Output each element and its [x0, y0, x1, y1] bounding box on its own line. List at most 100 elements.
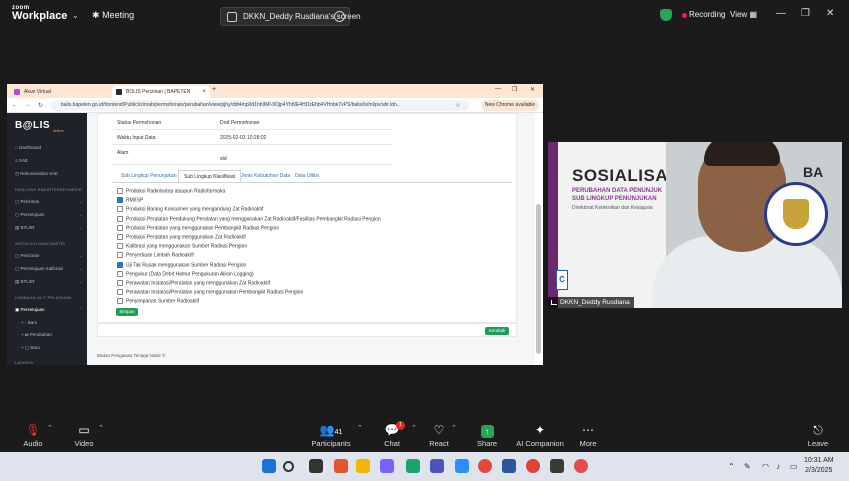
screen-share-indicator[interactable]: DKKN_Deddy Rusdiana's screen ···	[220, 7, 361, 26]
checkbox[interactable]	[117, 298, 123, 305]
task-view-icon[interactable]	[309, 459, 323, 473]
checkbox[interactable]	[117, 206, 123, 213]
wifi-icon[interactable]: ◠	[762, 462, 769, 471]
checkbox[interactable]	[117, 243, 123, 250]
reload-icon[interactable]: ↻	[38, 102, 43, 109]
checkbox-item[interactable]: Produksi Radioisotop ataupun Radiofarmak…	[117, 188, 225, 194]
checkbox[interactable]	[117, 215, 123, 222]
sidebar-subitem-perubahan[interactable]: + ⇄ Perubahan	[21, 332, 52, 338]
back-button[interactable]: Kembali	[485, 327, 509, 335]
sidebar-item-persetujuan-1[interactable]: ▢ Persetujuan	[15, 212, 45, 218]
form-card: Status Permohonan Draf Permohonan Waktu …	[97, 113, 517, 323]
react-caret-icon[interactable]: ⌃	[451, 424, 457, 432]
forward-icon[interactable]: →	[25, 102, 31, 108]
sidebar-item-persetujuan-2[interactable]: ▢ Persetujuan Kalibrasi	[15, 266, 63, 272]
app-icon-3[interactable]	[406, 459, 420, 473]
tab-jenis-kebutuhan-data[interactable]: Jenis Kebutuhan Data	[236, 170, 295, 182]
sidebar-subitem-baru-2[interactable]: + ▢ Baru	[21, 345, 40, 351]
checkbox[interactable]	[117, 224, 123, 231]
app-icon-2[interactable]	[380, 459, 394, 473]
checkbox-item[interactable]: Kalibrasi yang menggunakan Sumber Radias…	[117, 243, 247, 250]
new-tab-icon[interactable]: +	[212, 86, 216, 93]
meeting-menu[interactable]: ✱ Meeting	[92, 10, 134, 21]
checkbox-item[interactable]: Produksi Barang Konsumen yang mengandung…	[117, 206, 263, 213]
more-button[interactable]: ⋯ More	[558, 421, 618, 451]
tab-sub-lingkup-klasifikasi[interactable]: Sub Lingkup Klasifikasi	[178, 170, 242, 182]
browser-minimize-icon[interactable]: —	[495, 86, 501, 92]
file-explorer-icon[interactable]	[356, 459, 370, 473]
participant-video-tile[interactable]: SOSIALISASI PERUBAHAN DATA PENUNJUK SUB …	[548, 142, 842, 308]
sidebar-item-sae[interactable]: ≡ SAE	[15, 158, 28, 163]
video-caret-icon[interactable]: ⌃	[98, 424, 104, 432]
tab-close-icon[interactable]: ×	[202, 86, 206, 98]
browser-close-icon[interactable]: ✕	[530, 86, 535, 93]
checkbox-item[interactable]: Penyediaan Limbah Radioaktif	[117, 252, 194, 259]
checkbox[interactable]	[117, 270, 123, 277]
checkbox-item[interactable]: Perawatan Instalasi/Peralatan yang mengg…	[117, 289, 303, 296]
zoom-app-icon[interactable]	[455, 459, 469, 473]
sidebar-item-dashboard[interactable]: ⌂ Dashboard	[15, 145, 41, 150]
checkbox-item[interactable]: Produksi Peralatan Pendukung Peralatan y…	[117, 215, 381, 222]
app-icon-1[interactable]	[334, 459, 348, 473]
scrollbar[interactable]	[536, 204, 541, 354]
checkbox-item[interactable]: Uji Tak Rusak menggunakan Sumber Radiasi…	[117, 261, 246, 268]
share-button[interactable]: ↑ Share	[457, 421, 517, 451]
leave-icon: ⎋	[813, 423, 823, 437]
chevron-down-icon[interactable]: ⌄	[72, 11, 79, 20]
recording-label[interactable]: Recording	[689, 10, 725, 19]
browser-maximize-icon[interactable]: ❐	[512, 86, 517, 93]
app-icon-6[interactable]	[574, 459, 588, 473]
minimize-icon[interactable]: —	[776, 8, 786, 19]
save-button[interactable]: Simpan	[116, 308, 138, 316]
app-icon-5[interactable]	[550, 459, 564, 473]
view-menu[interactable]: View ▦	[730, 10, 757, 19]
sidebar-subitem-baru[interactable]: + ◦ Baru	[21, 320, 37, 325]
sidebar-item-perizinan-1[interactable]: ▢ Perizinan	[15, 199, 39, 205]
chrome-icon[interactable]	[526, 459, 540, 473]
tab-sub-lingkup-penunjukan[interactable]: Sub Lingkup Penunjukan	[116, 170, 182, 182]
shield-icon[interactable]	[660, 9, 672, 21]
pen-icon[interactable]: ✎	[744, 462, 751, 471]
volume-icon[interactable]: ♪	[776, 462, 780, 471]
checkbox-item[interactable]: Pengukur (Data Debit Hamur Pengukuran Al…	[117, 270, 254, 277]
checkbox-item[interactable]: Produksi Peralatan yang menggunakan Zat …	[117, 234, 246, 240]
checkbox-item[interactable]: Perawatan Instalasi/Peralatan yang mengg…	[117, 280, 270, 286]
maximize-icon[interactable]: ❐	[801, 8, 810, 19]
star-icon[interactable]: ☆	[455, 102, 460, 109]
app-icon-4[interactable]	[430, 459, 444, 473]
checkbox[interactable]	[117, 234, 123, 240]
checkbox-checked[interactable]	[117, 261, 123, 268]
checkbox[interactable]	[117, 188, 123, 194]
sidebar-item-perizinan-2[interactable]: ▢ Perizinan	[15, 253, 39, 259]
browser-tab-bolis[interactable]: BOLIS Perizinan | BAPETEN ×	[112, 86, 210, 98]
leave-button[interactable]: ⎋ Leave	[796, 421, 840, 451]
participants-button[interactable]: 👥41 Participants	[301, 421, 361, 451]
close-icon[interactable]: ✕	[826, 8, 834, 19]
word-icon[interactable]	[502, 459, 516, 473]
checkbox-checked[interactable]	[117, 197, 123, 204]
back-icon[interactable]: ←	[12, 102, 18, 108]
more-icon[interactable]: ···	[334, 11, 345, 22]
checkbox-item[interactable]: RM/ISP	[117, 197, 143, 204]
video-button[interactable]: ▭ Video	[54, 421, 114, 451]
checkbox-item[interactable]: Produksi Peralatan yang menggunakan Pemb…	[117, 224, 279, 231]
sidebar-item-btl-1[interactable]: ▤ BTL/IR	[15, 225, 35, 231]
start-icon[interactable]	[262, 459, 276, 473]
search-icon[interactable]	[283, 461, 294, 472]
sidebar-item-persetujuan-3[interactable]: ▣ Persetujuan	[15, 307, 45, 313]
sidebar-item-rekomendasi[interactable]: ◷ Rekomendasi SAE	[15, 171, 58, 177]
sidebar-item-btl-2[interactable]: ▤ BTL/IR	[15, 279, 35, 285]
tray-chevron-icon[interactable]: ⌃	[728, 462, 735, 471]
checkbox[interactable]	[117, 280, 123, 286]
chrome-update-button[interactable]: New Chrome available	[481, 100, 539, 111]
checkbox[interactable]	[117, 289, 123, 296]
url-input[interactable]: balis.bapeten.go.id/frontend/Public/izin…	[51, 100, 469, 111]
firefox-icon[interactable]	[478, 459, 492, 473]
checkbox-item[interactable]: Penyimpanan Sumber Radioaktif	[117, 298, 199, 305]
browser-tab-akun[interactable]: Akun Virtual	[10, 86, 51, 98]
battery-icon[interactable]: ▭	[790, 462, 798, 471]
audio-caret-icon[interactable]: ⌃	[47, 424, 53, 432]
checkbox[interactable]	[117, 252, 123, 259]
tab-data-utilisi[interactable]: Data Utilisi	[290, 170, 324, 182]
taskbar-clock[interactable]: 10:31 AM 2/3/2025	[804, 456, 834, 476]
